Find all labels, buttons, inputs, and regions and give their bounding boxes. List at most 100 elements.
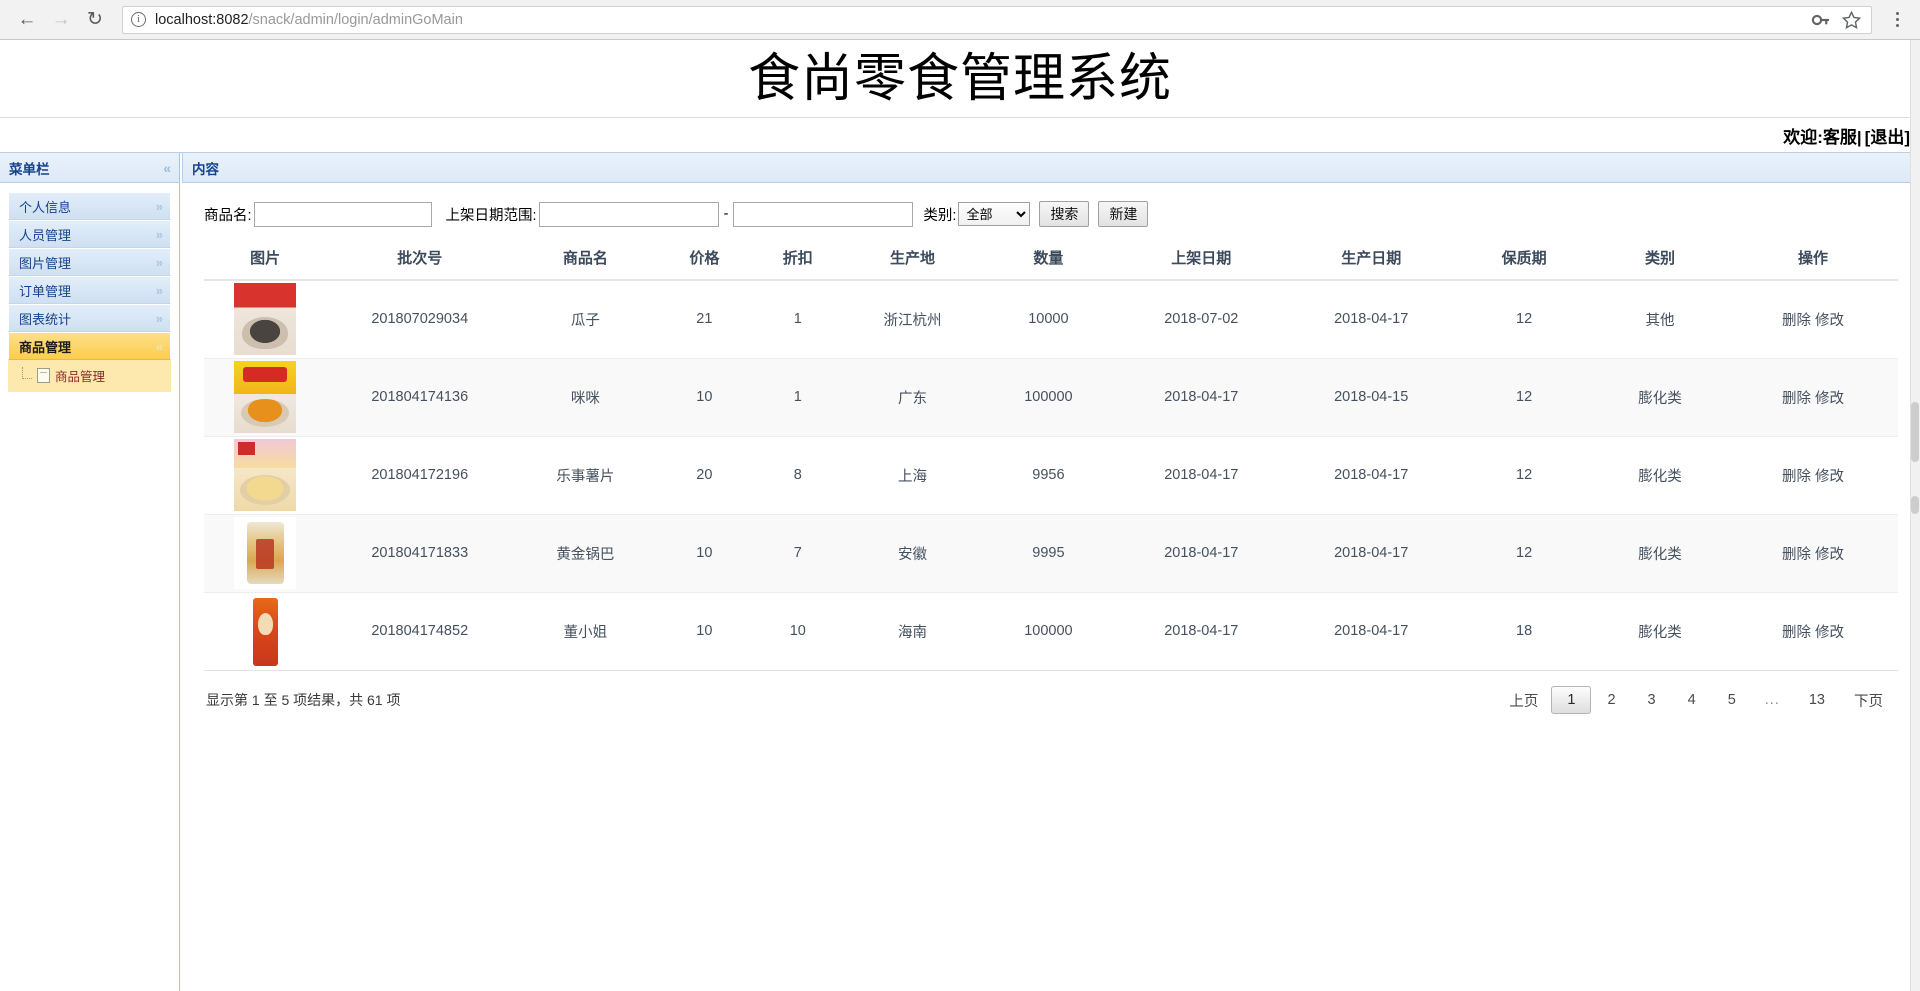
- key-icon[interactable]: [1811, 12, 1830, 28]
- cell-origin: 浙江杭州: [845, 280, 981, 358]
- sidebar-item-label: 个人信息: [19, 197, 71, 216]
- cell-shelf-date: 2018-04-17: [1116, 436, 1286, 514]
- cell-product-name: 董小姐: [513, 592, 657, 670]
- cell-category: 膨化类: [1592, 358, 1728, 436]
- new-button[interactable]: 新建: [1098, 201, 1148, 227]
- collapse-sidebar-icon[interactable]: «: [163, 160, 171, 176]
- delete-link[interactable]: 删除: [1782, 469, 1811, 485]
- sidebar-item-label: 人员管理: [19, 225, 71, 244]
- cell-product-name: 黄金锅巴: [513, 514, 657, 592]
- back-arrow-icon[interactable]: ←: [10, 3, 44, 37]
- url-text: localhost:8082/snack/admin/login/adminGo…: [155, 12, 463, 28]
- sidebar-item-personal-info[interactable]: 个人信息 »: [8, 192, 171, 220]
- pagination-page-4[interactable]: 4: [1672, 687, 1712, 713]
- chevron-up-icon: «: [156, 339, 163, 354]
- product-name-input[interactable]: [254, 202, 432, 227]
- dong-xiaojie-image: [234, 595, 296, 667]
- pagination-page-3[interactable]: 3: [1632, 687, 1672, 713]
- table-row: 201804174852 董小姐 10 10 海南 100000 2018-04…: [204, 592, 1898, 670]
- product-table: 图片 批次号 商品名 价格 折扣 生产地 数量 上架日期 生产日期 保质期 类别…: [204, 238, 1898, 671]
- cell-image: [204, 592, 326, 670]
- delete-link[interactable]: 删除: [1782, 313, 1811, 329]
- pagination-page-5[interactable]: 5: [1712, 687, 1752, 713]
- cell-produce-date: 2018-04-17: [1286, 592, 1456, 670]
- edit-link[interactable]: 修改: [1815, 391, 1844, 407]
- pagination-page-1[interactable]: 1: [1551, 686, 1591, 714]
- scrollbar-thumb[interactable]: [1911, 402, 1919, 462]
- table-header-row: 图片 批次号 商品名 价格 折扣 生产地 数量 上架日期 生产日期 保质期 类别…: [204, 238, 1898, 280]
- address-bar[interactable]: i localhost:8082/snack/admin/login/admin…: [122, 6, 1872, 34]
- cell-shelf-life: 12: [1456, 358, 1592, 436]
- delete-link[interactable]: 删除: [1782, 625, 1811, 641]
- content-panel: 内容 商品名: 上架日期范围: - 类别: 全部 搜索 新建: [180, 153, 1920, 991]
- cell-discount: 1: [751, 358, 844, 436]
- cell-discount: 10: [751, 592, 844, 670]
- sidebar-item-image-management[interactable]: 图片管理 »: [8, 248, 171, 276]
- cell-origin: 安徽: [845, 514, 981, 592]
- sidebar-item-staff-management[interactable]: 人员管理 »: [8, 220, 171, 248]
- sidebar-item-chart-statistics[interactable]: 图表统计 »: [8, 304, 171, 332]
- column-header-produce-date: 生产日期: [1286, 238, 1456, 280]
- edit-link[interactable]: 修改: [1815, 469, 1844, 485]
- pagination-next[interactable]: 下页: [1841, 685, 1896, 716]
- reload-icon[interactable]: ↻: [78, 3, 112, 37]
- cell-produce-date: 2018-04-17: [1286, 436, 1456, 514]
- cell-shelf-life: 12: [1456, 514, 1592, 592]
- delete-link[interactable]: 删除: [1782, 391, 1811, 407]
- delete-link[interactable]: 删除: [1782, 547, 1811, 563]
- column-header-shelf-date: 上架日期: [1116, 238, 1286, 280]
- category-select[interactable]: 全部: [958, 202, 1030, 226]
- cell-operations: 删除 修改: [1728, 436, 1898, 514]
- table-footer: 显示第 1 至 5 项结果，共 61 项 上页 1 2 3 4 5 ... 13…: [204, 670, 1898, 716]
- document-icon: [37, 368, 50, 383]
- page-scrollbar[interactable]: [1910, 40, 1920, 991]
- edit-link[interactable]: 修改: [1815, 625, 1844, 641]
- cell-batch: 201804174852: [326, 592, 513, 670]
- tree-line-icon: [22, 367, 32, 379]
- star-icon[interactable]: [1842, 11, 1861, 29]
- forward-arrow-icon[interactable]: →: [44, 3, 78, 37]
- pagination-prev[interactable]: 上页: [1496, 685, 1551, 716]
- pagination-page-13[interactable]: 13: [1793, 687, 1841, 713]
- cell-price: 10: [658, 358, 751, 436]
- cell-category: 膨化类: [1592, 436, 1728, 514]
- site-info-icon[interactable]: i: [131, 12, 146, 27]
- cell-shelf-date: 2018-04-17: [1116, 592, 1286, 670]
- cell-quantity: 100000: [980, 358, 1116, 436]
- cell-image: [204, 358, 326, 436]
- cell-image: [204, 436, 326, 514]
- cell-category: 其他: [1592, 280, 1728, 358]
- sidebar-subitem-product-management[interactable]: 商品管理: [8, 363, 171, 388]
- edit-link[interactable]: 修改: [1815, 313, 1844, 329]
- table-body: 201807029034 瓜子 21 1 浙江杭州 10000 2018-07-…: [204, 280, 1898, 670]
- table-row: 201804171833 黄金锅巴 10 7 安徽 9995 2018-04-1…: [204, 514, 1898, 592]
- cell-shelf-life: 18: [1456, 592, 1592, 670]
- cell-operations: 删除 修改: [1728, 358, 1898, 436]
- sidebar-item-label: 订单管理: [19, 281, 71, 300]
- cell-price: 10: [658, 592, 751, 670]
- column-header-shelf-life: 保质期: [1456, 238, 1592, 280]
- pagination-page-2[interactable]: 2: [1591, 687, 1631, 713]
- main-layout: 菜单栏 « 个人信息 » 人员管理 » 图片管理 » 订单管理 » 图表统计 »: [0, 152, 1920, 991]
- content-title: 内容: [192, 158, 219, 178]
- cell-origin: 广东: [845, 358, 981, 436]
- cell-quantity: 9995: [980, 514, 1116, 592]
- cell-image: [204, 514, 326, 592]
- search-toolbar: 商品名: 上架日期范围: - 类别: 全部 搜索 新建: [204, 201, 1898, 227]
- cell-produce-date: 2018-04-17: [1286, 280, 1456, 358]
- sidebar-item-order-management[interactable]: 订单管理 »: [8, 276, 171, 304]
- cell-category: 膨化类: [1592, 592, 1728, 670]
- chevron-down-icon: »: [156, 311, 163, 326]
- scrollbar-thumb-secondary[interactable]: [1911, 496, 1919, 514]
- sidebar-item-product-management[interactable]: 商品管理 «: [8, 332, 171, 360]
- edit-link[interactable]: 修改: [1815, 547, 1844, 563]
- logout-link[interactable]: [退出]: [1865, 123, 1910, 148]
- cell-batch: 201804172196: [326, 436, 513, 514]
- cell-discount: 1: [751, 280, 844, 358]
- date-to-input[interactable]: [733, 202, 913, 227]
- cell-batch: 201804171833: [326, 514, 513, 592]
- date-from-input[interactable]: [539, 202, 719, 227]
- search-button[interactable]: 搜索: [1039, 201, 1089, 227]
- three-dot-menu-icon[interactable]: [1884, 5, 1910, 35]
- column-header-product-name: 商品名: [513, 238, 657, 280]
